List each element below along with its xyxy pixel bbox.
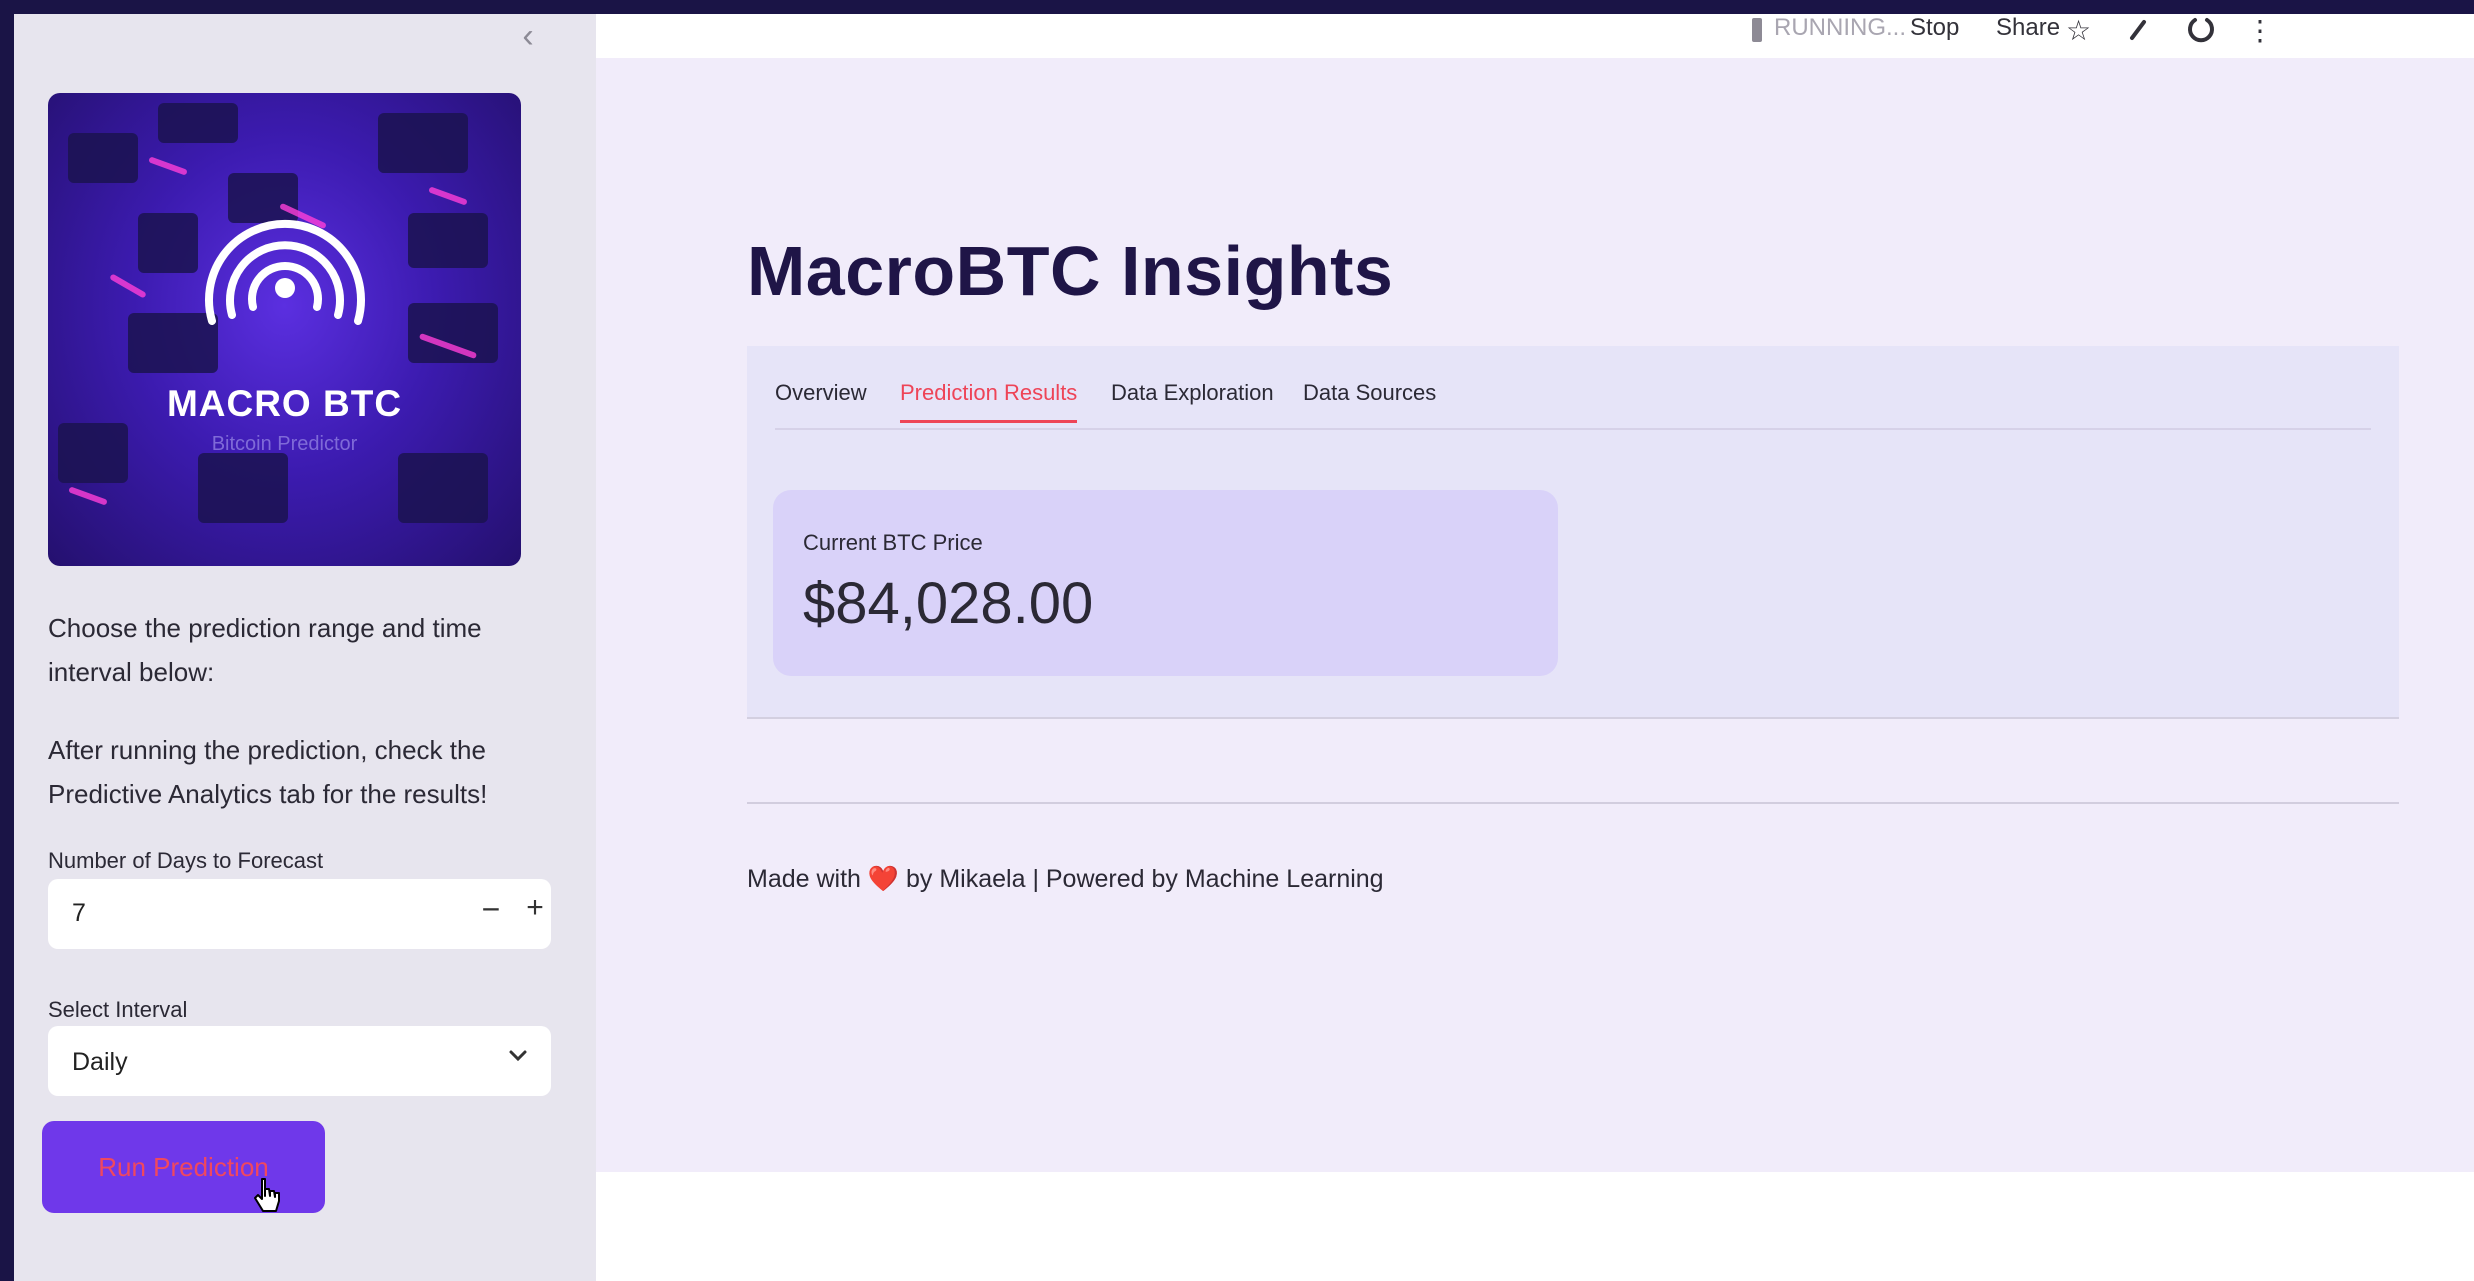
app-window: ‹ MACRO BTC Bitcoin Predictor Choose the… — [14, 14, 2474, 1281]
share-button[interactable]: Share — [1996, 14, 2060, 42]
star-icon[interactable]: ☆ — [2066, 14, 2091, 47]
logo-subtitle: Bitcoin Predictor — [211, 433, 358, 455]
pointer-cursor-icon — [252, 1177, 284, 1222]
tab-data-exploration[interactable]: Data Exploration — [1111, 380, 1274, 420]
signal-rings-icon — [205, 219, 365, 325]
main-content: MacroBTC Insights Overview Prediction Re… — [596, 58, 2474, 1172]
bottom-area — [596, 1172, 2474, 1281]
divider — [747, 802, 2399, 804]
increment-button[interactable]: + — [520, 891, 550, 925]
metric-label: Current BTC Price — [803, 530, 983, 555]
days-forecast-input[interactable]: 7 − + — [48, 879, 551, 949]
running-icon — [1752, 18, 1762, 42]
days-forecast-label: Number of Days to Forecast — [48, 848, 324, 873]
heart-icon: ❤️ — [867, 865, 900, 893]
btc-price-metric: Current BTC Price $84,028.00 — [773, 490, 1558, 676]
chevron-down-icon — [507, 1044, 529, 1073]
interval-label: Select Interval — [48, 997, 188, 1022]
top-toolbar: RUNNING... Stop Share ☆ ⋮ — [596, 14, 2474, 58]
stop-button[interactable]: Stop — [1910, 14, 1959, 42]
sidebar-intro-text: Choose the prediction range and time int… — [48, 613, 482, 687]
footer-made-with: Made with — [747, 865, 861, 893]
pencil-icon[interactable] — [2128, 14, 2150, 51]
sidebar: ‹ MACRO BTC Bitcoin Predictor Choose the… — [14, 14, 596, 1281]
footer-text: Made with ❤️ by Mikaela | Powered by Mac… — [747, 865, 1384, 894]
running-status: RUNNING... — [1774, 14, 1906, 41]
tab-bar: Overview Prediction Results Data Explora… — [775, 380, 2371, 430]
days-forecast-value[interactable]: 7 — [72, 899, 86, 928]
more-vert-icon[interactable]: ⋮ — [2246, 14, 2274, 47]
interval-select[interactable]: Daily — [48, 1026, 551, 1096]
macro-btc-logo: MACRO BTC Bitcoin Predictor — [48, 93, 521, 566]
decrement-button[interactable]: − — [476, 891, 506, 928]
logo-title: MACRO BTC — [166, 383, 403, 424]
sidebar-hint-text: After running the prediction, check the … — [48, 735, 488, 809]
page-title: MacroBTC Insights — [747, 232, 1394, 310]
sidebar-collapse-button[interactable]: ‹ — [508, 16, 548, 56]
footer-credit: by Mikaela | Powered by Machine Learning — [906, 865, 1384, 893]
tabs-panel: Overview Prediction Results Data Explora… — [747, 346, 2399, 719]
github-icon[interactable] — [2186, 14, 2216, 51]
interval-selected-value: Daily — [72, 1048, 128, 1076]
tab-overview[interactable]: Overview — [775, 380, 867, 420]
tab-data-sources[interactable]: Data Sources — [1303, 380, 1436, 420]
tab-prediction-results[interactable]: Prediction Results — [900, 380, 1078, 423]
metric-value: $84,028.00 — [803, 571, 1094, 636]
